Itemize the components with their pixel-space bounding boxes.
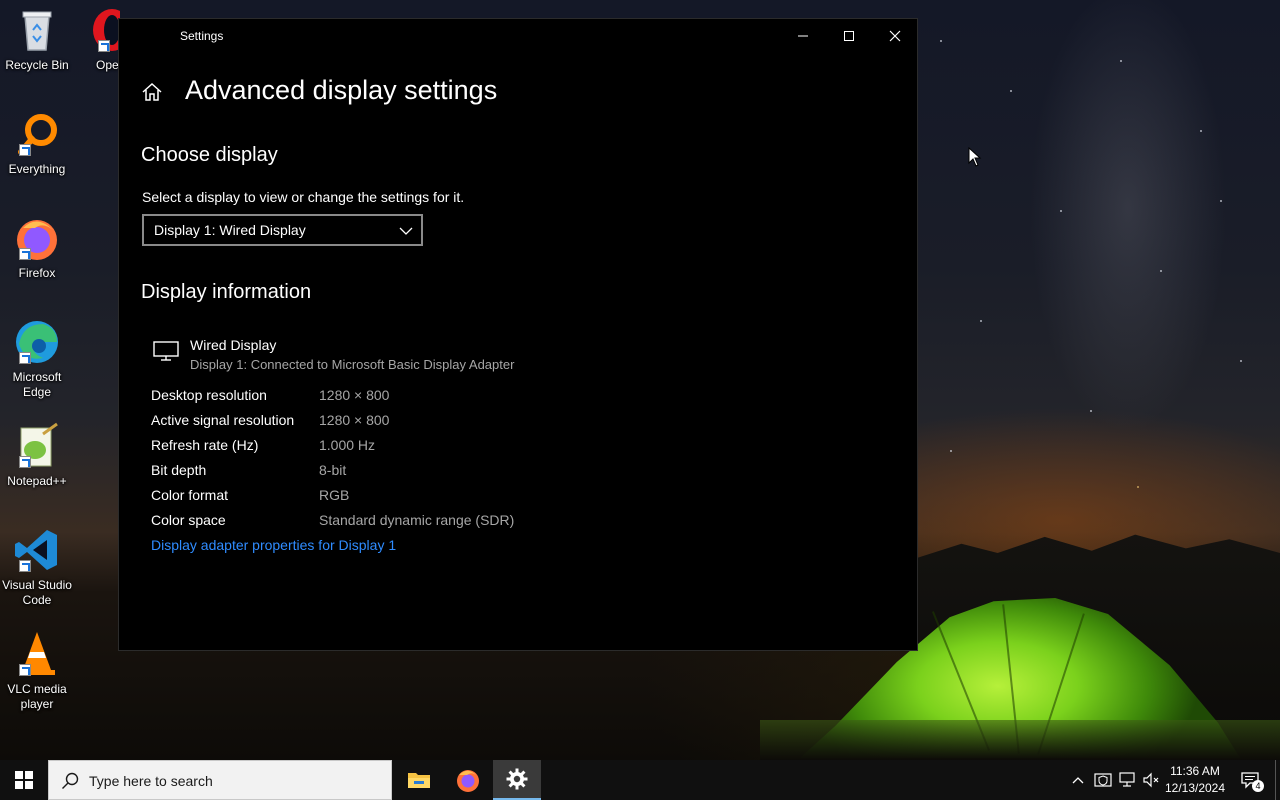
- mouse-cursor-icon: [968, 147, 982, 167]
- everything-search-icon: [13, 110, 61, 158]
- info-value: RGB: [319, 487, 350, 503]
- info-row: Bit depth 8-bit: [151, 462, 651, 482]
- vlc-icon: [13, 630, 61, 678]
- desktop-icon-notepadpp[interactable]: Notepad++: [0, 422, 74, 489]
- display-name: Wired Display: [190, 337, 277, 353]
- tray-volume-button[interactable]: [1140, 760, 1162, 800]
- choose-display-description: Select a display to view or change the s…: [142, 189, 465, 205]
- opera-icon: [88, 6, 120, 54]
- desktop-icon-opera[interactable]: Ope: [76, 6, 120, 73]
- desktop-icon-recycle-bin[interactable]: Recycle Bin: [0, 6, 74, 73]
- info-key: Desktop resolution: [151, 387, 267, 403]
- edge-icon: [13, 318, 61, 366]
- network-icon: [1119, 772, 1135, 787]
- desktop-icon-vlc[interactable]: VLC media player: [0, 630, 74, 712]
- desktop-icon-label: Ope: [96, 58, 119, 72]
- taskbar-file-explorer[interactable]: [395, 760, 443, 800]
- search-placeholder: Type here to search: [89, 773, 213, 789]
- taskbar-firefox[interactable]: [444, 760, 492, 800]
- chevron-down-icon: [399, 227, 413, 235]
- volume-muted-icon: [1143, 772, 1159, 788]
- taskbar-search-box[interactable]: Type here to search: [48, 760, 392, 800]
- info-key: Refresh rate (Hz): [151, 437, 259, 453]
- desktop-icon-label: VLC media player: [7, 682, 67, 711]
- desktop-icon-label: Microsoft Edge: [12, 370, 62, 399]
- desktop-icon-label: Visual Studio Code: [2, 578, 72, 607]
- grass: [760, 720, 1280, 760]
- info-row: Desktop resolution 1280 × 800: [151, 387, 651, 407]
- choose-display-heading: Choose display: [141, 144, 278, 166]
- desktop-icon-firefox[interactable]: Firefox: [0, 214, 74, 281]
- info-key: Bit depth: [151, 462, 207, 478]
- notification-count-badge: 4: [1252, 780, 1264, 792]
- desktop-icon-label: Recycle Bin: [5, 58, 69, 72]
- display-select-dropdown[interactable]: Display 1: Wired Display: [142, 214, 423, 246]
- minimize-icon: [798, 35, 808, 37]
- info-row: Refresh rate (Hz) 1.000 Hz: [151, 437, 651, 457]
- vscode-icon: [13, 526, 61, 574]
- close-button[interactable]: [872, 19, 918, 53]
- display-information-heading: Display information: [141, 281, 312, 303]
- defender-shield-icon: [1094, 773, 1112, 787]
- taskbar-settings[interactable]: [493, 760, 541, 800]
- window-title: Settings: [180, 29, 224, 43]
- show-hidden-icons-button[interactable]: [1068, 760, 1088, 800]
- file-explorer-icon: [408, 773, 430, 788]
- chevron-up-icon: [1072, 777, 1084, 784]
- info-value: 8-bit: [319, 462, 347, 478]
- desktop-icon-vscode[interactable]: Visual Studio Code: [0, 526, 74, 608]
- display-adapter-properties-link[interactable]: Display adapter properties for Display 1: [151, 537, 396, 553]
- display-select-value: Display 1: Wired Display: [154, 222, 306, 238]
- window-titlebar[interactable]: Settings: [119, 19, 917, 53]
- show-desktop-button[interactable]: [1275, 760, 1280, 800]
- info-row: Active signal resolution 1280 × 800: [151, 412, 651, 432]
- desktop-icon-edge[interactable]: Microsoft Edge: [0, 318, 74, 400]
- info-value: 1280 × 800: [319, 412, 390, 428]
- info-row: Color format RGB: [151, 487, 651, 507]
- tray-security-button[interactable]: [1092, 760, 1114, 800]
- taskbar: Type here to search 11:36 AM 12/13/2024 …: [0, 760, 1280, 800]
- desktop-icon-label: Everything: [8, 162, 66, 176]
- tray-network-button[interactable]: [1116, 760, 1138, 800]
- close-icon: [889, 30, 901, 42]
- info-value: 1280 × 800: [319, 387, 390, 403]
- maximize-icon: [844, 31, 854, 41]
- clock-date: 12/13/2024: [1164, 781, 1226, 795]
- home-icon[interactable]: [141, 81, 163, 103]
- maximize-button[interactable]: [826, 19, 872, 53]
- clock-time: 11:36 AM: [1170, 764, 1220, 778]
- notepadpp-icon: [13, 422, 61, 470]
- desktop-icon-everything[interactable]: Everything: [0, 110, 74, 177]
- settings-window: Settings Advanced display settings Choos…: [118, 18, 918, 651]
- info-key: Active signal resolution: [151, 412, 295, 428]
- settings-gear-icon: [506, 768, 528, 790]
- display-connection-info: Display 1: Connected to Microsoft Basic …: [190, 357, 515, 372]
- minimize-button[interactable]: [780, 19, 826, 53]
- info-value: Standard dynamic range (SDR): [319, 512, 515, 528]
- info-value: 1.000 Hz: [319, 437, 376, 453]
- desktop-icon-label: Firefox: [18, 266, 56, 280]
- firefox-icon: [13, 214, 61, 262]
- start-button[interactable]: [0, 760, 48, 800]
- action-center-button[interactable]: 4: [1234, 760, 1266, 800]
- desktop-icon-label: Notepad++: [7, 474, 67, 488]
- recycle-bin-icon: [13, 6, 61, 54]
- windows-logo-icon: [15, 771, 33, 789]
- page-title: Advanced display settings: [185, 75, 498, 105]
- info-row: Color space Standard dynamic range (SDR): [151, 512, 651, 532]
- info-key: Color format: [151, 487, 229, 503]
- info-key: Color space: [151, 512, 226, 528]
- milky-way: [900, 0, 1280, 520]
- taskbar-clock[interactable]: 11:36 AM 12/13/2024: [1162, 763, 1228, 797]
- firefox-icon: [457, 770, 479, 792]
- monitor-icon: [153, 341, 179, 361]
- search-icon: [62, 772, 79, 789]
